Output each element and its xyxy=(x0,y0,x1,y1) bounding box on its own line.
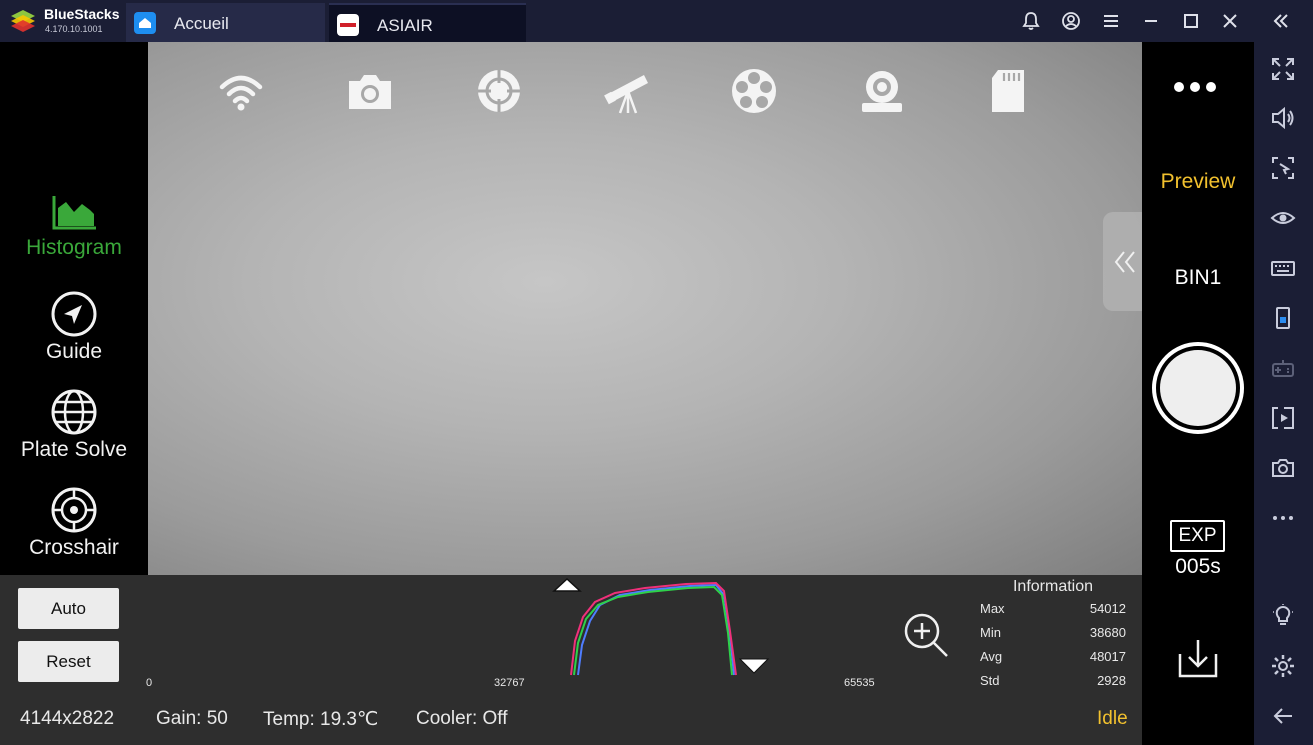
tab-label: ASIAIR xyxy=(377,16,433,35)
crosshair-icon xyxy=(51,487,97,533)
bluestacks-logo-icon xyxy=(11,10,35,32)
tab-accueil[interactable]: Accueil xyxy=(126,3,325,42)
capture-mode-selector[interactable]: Preview xyxy=(1142,170,1254,194)
info-key: Max xyxy=(980,601,1005,616)
nav-plate-solve[interactable]: Plate Solve xyxy=(0,388,148,462)
gamepad-icon[interactable] xyxy=(1270,355,1296,381)
temperature-status: Temp: 19.3℃ xyxy=(263,709,379,730)
back-icon[interactable] xyxy=(1270,703,1296,729)
eye-icon[interactable] xyxy=(1270,205,1296,231)
settings-icon[interactable] xyxy=(1270,653,1296,679)
image-resolution: 4144x2822 xyxy=(20,708,115,729)
guide-icon xyxy=(51,291,97,337)
bluestacks-version: 4.170.10.1001 xyxy=(45,24,103,34)
maximize-icon[interactable] xyxy=(1180,10,1202,32)
home-icon xyxy=(134,12,156,34)
info-value: 2928 xyxy=(1097,673,1126,688)
nav-label: Histogram xyxy=(26,236,122,259)
nav-histogram[interactable]: Histogram xyxy=(0,194,148,260)
wifi-icon[interactable] xyxy=(216,67,266,115)
info-value: 54012 xyxy=(1089,601,1126,616)
nav-label: Guide xyxy=(45,340,103,363)
download-icon[interactable] xyxy=(1176,636,1220,680)
left-tool-nav: Histogram Guide Plate Solve Crosshair xyxy=(0,42,148,575)
sd-card-icon[interactable] xyxy=(984,67,1034,115)
asiair-app-icon xyxy=(337,14,359,36)
focus-target-icon[interactable] xyxy=(474,67,524,115)
shutter-button[interactable] xyxy=(1152,342,1244,434)
nav-guide[interactable]: Guide xyxy=(0,290,148,364)
more-icon[interactable] xyxy=(1270,505,1296,531)
camera-state: Idle xyxy=(1097,708,1128,729)
telescope-icon[interactable] xyxy=(602,67,652,115)
media-icon[interactable] xyxy=(1270,405,1296,431)
cooler-status: Cooler: Off xyxy=(416,708,508,729)
black-point-handle xyxy=(552,577,582,592)
expand-panel-handle[interactable] xyxy=(1103,212,1146,311)
histogram-curve-red xyxy=(570,581,737,676)
info-value: 38680 xyxy=(1089,625,1126,640)
info-key: Avg xyxy=(980,649,1003,664)
minimize-icon[interactable] xyxy=(1140,10,1162,32)
light-icon[interactable] xyxy=(1270,603,1296,629)
bluestacks-titlebar: BlueStacks 4.170.10.1001 Accueil ASIAIR xyxy=(0,0,1313,42)
nav-label: Crosshair xyxy=(29,536,119,559)
histogram-panel: Auto Reset 0 32767 65535 Information Max… xyxy=(0,575,1142,745)
double-chevron-left-icon xyxy=(1114,251,1135,273)
collapse-sidebar-icon[interactable] xyxy=(1270,10,1292,32)
menu-icon[interactable] xyxy=(1100,10,1122,32)
exposure-label-box[interactable]: EXP xyxy=(1170,520,1225,552)
account-icon[interactable] xyxy=(1060,10,1082,32)
white-point-handle xyxy=(738,658,770,674)
guide-camera-icon[interactable] xyxy=(857,67,907,115)
capture-panel: Preview BIN1 EXP 005s xyxy=(1142,42,1254,745)
more-options-icon[interactable] xyxy=(1170,80,1220,94)
bluestacks-name: BlueStacks xyxy=(44,6,120,22)
camera-preview-image[interactable] xyxy=(112,42,1142,575)
camera-icon[interactable] xyxy=(345,67,395,115)
camera-icon[interactable] xyxy=(1270,455,1296,481)
bluestacks-sidebar xyxy=(1254,42,1313,745)
binning-selector[interactable]: BIN1 xyxy=(1142,266,1254,290)
globe-icon xyxy=(51,389,97,435)
apk-icon[interactable] xyxy=(1270,305,1296,331)
close-icon[interactable] xyxy=(1219,10,1241,32)
nav-label: Plate Solve xyxy=(20,438,128,461)
auto-stretch-button[interactable]: Auto xyxy=(18,588,119,629)
volume-icon[interactable] xyxy=(1270,105,1296,131)
shutter-button-inner xyxy=(1160,350,1236,426)
pointer-icon[interactable] xyxy=(1270,155,1296,181)
histogram-icon xyxy=(52,196,96,230)
tab-label: Accueil xyxy=(174,14,229,33)
histogram-axis-mid: 32767 xyxy=(494,677,525,689)
exposure-value[interactable]: 005s xyxy=(1142,555,1254,579)
histogram-axis-min: 0 xyxy=(146,677,153,689)
filter-wheel-icon[interactable] xyxy=(729,67,779,115)
reset-stretch-button[interactable]: Reset xyxy=(18,641,119,682)
info-value: 48017 xyxy=(1089,649,1126,664)
information-title: Information xyxy=(1012,578,1094,595)
histogram-plot[interactable] xyxy=(540,575,780,677)
keyboard-icon[interactable] xyxy=(1270,255,1296,281)
bell-icon[interactable] xyxy=(1020,10,1042,32)
info-key: Std xyxy=(980,673,1000,688)
histogram-axis-max: 65535 xyxy=(844,677,875,689)
nav-crosshair[interactable]: Crosshair xyxy=(0,486,148,560)
tab-asiair[interactable]: ASIAIR xyxy=(329,3,526,42)
gain-status: Gain: 50 xyxy=(156,708,228,729)
zoom-in-icon[interactable] xyxy=(902,611,950,659)
fullscreen-icon[interactable] xyxy=(1270,56,1296,82)
info-key: Min xyxy=(980,625,1001,640)
